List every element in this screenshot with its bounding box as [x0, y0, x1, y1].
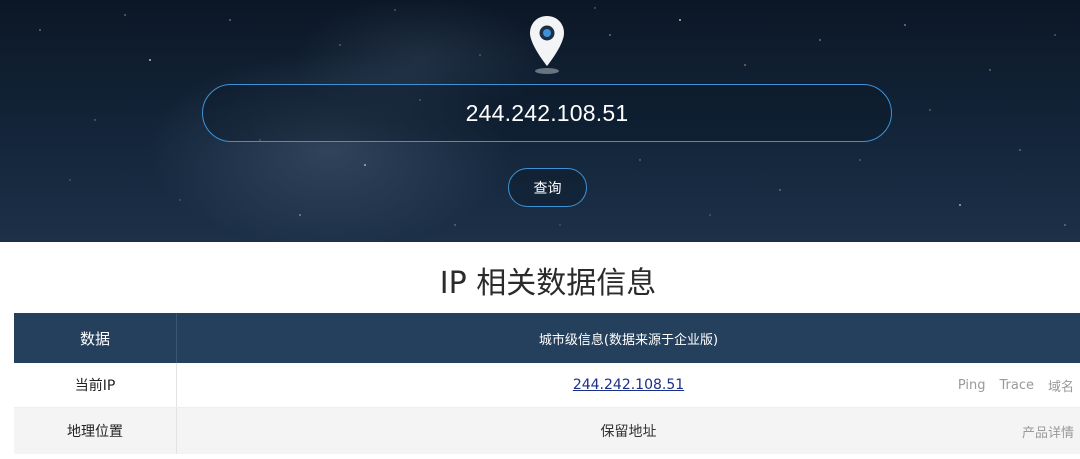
- table-header-value: 城市级信息(数据来源于企业版): [538, 332, 719, 348]
- row-actions: Ping Trace 域名: [958, 363, 1074, 407]
- table-header-key: 数据: [14, 313, 177, 363]
- trace-link[interactable]: Trace: [999, 378, 1034, 393]
- ip-search-input[interactable]: [247, 93, 847, 133]
- row-label-location: 地理位置: [14, 408, 177, 454]
- current-ip-link[interactable]: 244.242.108.51: [573, 377, 684, 393]
- location-value: 保留地址: [600, 424, 657, 440]
- product-details-link[interactable]: 产品详情: [1022, 422, 1074, 441]
- table-row: 当前IP 244.242.108.51 Ping Trace 域名: [14, 363, 1080, 408]
- row-value-location: 保留地址 产品详情: [177, 408, 1080, 454]
- table-header-row: 数据 城市级信息(数据来源于企业版): [14, 313, 1080, 363]
- domain-link[interactable]: 域名: [1048, 376, 1074, 395]
- row-actions: 产品详情: [1022, 408, 1074, 454]
- ip-info-table: 数据 城市级信息(数据来源于企业版) 当前IP 244.242.108.51 P…: [14, 313, 1080, 454]
- page-title: IP 相关数据信息: [439, 266, 657, 301]
- row-label-current-ip: 当前IP: [14, 363, 177, 407]
- table-row: 地理位置 保留地址 产品详情: [14, 408, 1080, 454]
- location-pin-icon: [530, 16, 564, 74]
- row-value-current-ip: 244.242.108.51 Ping Trace 域名: [177, 363, 1080, 407]
- ip-search-box: [202, 84, 892, 142]
- hero-banner: 查询: [0, 0, 1080, 242]
- ping-link[interactable]: Ping: [958, 378, 986, 393]
- query-button[interactable]: 查询: [508, 168, 587, 207]
